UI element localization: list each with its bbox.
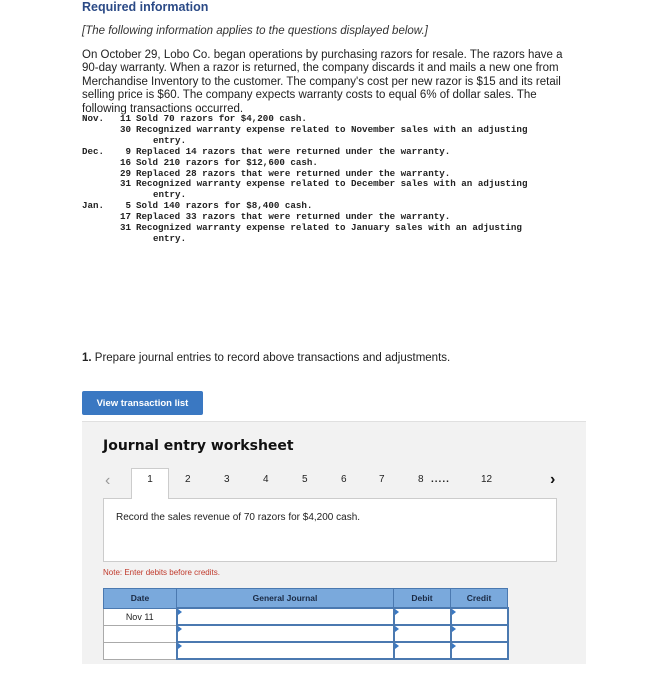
chevron-right-icon[interactable]: › bbox=[550, 471, 555, 489]
entry-description-box: Record the sales revenue of 70 razors fo… bbox=[103, 498, 557, 562]
transaction-list: Nov. 11 Sold 70 razors for $4,200 cash. 30 R… bbox=[82, 113, 571, 245]
transaction-row: 30 Recognized warranty expense related to… bbox=[82, 123, 571, 147]
credit-input[interactable] bbox=[449, 607, 509, 626]
tab-ellipsis: ..... bbox=[431, 474, 450, 485]
date-cell bbox=[103, 641, 177, 660]
question-1: 1. Prepare journal entries to record abo… bbox=[82, 352, 450, 364]
transaction-month bbox=[82, 169, 116, 180]
tab-3[interactable]: 3 bbox=[224, 474, 230, 485]
question-text: Prepare journal entries to record above … bbox=[91, 352, 451, 364]
header-general-journal: General Journal bbox=[176, 588, 394, 609]
transaction-month bbox=[82, 223, 116, 245]
transaction-day: 30 bbox=[119, 123, 131, 135]
tab-6[interactable]: 6 bbox=[341, 474, 347, 485]
required-information-title: Required information bbox=[82, 0, 209, 14]
transaction-description: Replaced 28 razors that were returned un… bbox=[136, 167, 451, 179]
transaction-description: Sold 210 razors for $12,600 cash. bbox=[136, 156, 318, 168]
header-credit: Credit bbox=[450, 588, 508, 609]
transaction-description: Recognized warranty expense related to J… bbox=[136, 222, 522, 234]
transaction-text: Recognized warranty expense related to N… bbox=[136, 123, 571, 147]
transaction-description: Recognized warranty expense related to D… bbox=[136, 178, 528, 190]
date-cell bbox=[103, 624, 177, 643]
table-row bbox=[103, 624, 509, 643]
transaction-month bbox=[82, 125, 116, 147]
transaction-month bbox=[82, 158, 116, 169]
account-input[interactable] bbox=[175, 624, 395, 643]
chevron-left-icon[interactable]: ‹ bbox=[105, 472, 110, 490]
account-input[interactable] bbox=[175, 607, 395, 626]
transaction-day: 9 bbox=[125, 145, 131, 157]
transaction-description: Sold 140 razors for $8,400 cash. bbox=[136, 200, 313, 212]
tab-4[interactable]: 4 bbox=[263, 474, 269, 485]
tab-1[interactable]: 1 bbox=[131, 468, 169, 499]
debit-input[interactable] bbox=[392, 624, 452, 643]
transaction-description: Recognized warranty expense related to N… bbox=[136, 123, 528, 135]
table-row: Nov 11 bbox=[103, 607, 509, 626]
problem-intro: On October 29, Lobo Co. began operations… bbox=[82, 49, 563, 115]
tab-8[interactable]: 8 bbox=[418, 474, 424, 485]
header-date: Date bbox=[103, 588, 177, 609]
transaction-month bbox=[82, 179, 116, 201]
table-header-row: Date General Journal Debit Credit bbox=[103, 588, 508, 609]
tab-12[interactable]: 12 bbox=[481, 474, 492, 485]
tab-2[interactable]: 2 bbox=[185, 474, 191, 485]
tab-5[interactable]: 5 bbox=[302, 474, 308, 485]
view-transaction-list-button[interactable]: View transaction list bbox=[82, 391, 203, 415]
general-journal-table: Date General Journal Debit Credit Nov 11 bbox=[103, 588, 509, 660]
worksheet-title: Journal entry worksheet bbox=[103, 438, 294, 454]
credit-input[interactable] bbox=[449, 624, 509, 643]
debit-input[interactable] bbox=[392, 607, 452, 626]
transaction-text: Recognized warranty expense related to J… bbox=[136, 222, 571, 245]
transaction-day: 16 bbox=[119, 156, 131, 168]
worksheet-tabs: ‹ 1 2 3 4 5 6 7 8 ..... 12 › bbox=[82, 468, 586, 499]
transaction-month: Jan. bbox=[82, 200, 105, 212]
header-debit: Debit bbox=[393, 588, 451, 609]
entry-description: Record the sales revenue of 70 razors fo… bbox=[116, 512, 361, 523]
debit-input[interactable] bbox=[392, 641, 452, 660]
transaction-continuation: entry. bbox=[153, 232, 187, 244]
credit-input[interactable] bbox=[449, 641, 509, 660]
transaction-text: Recognized warranty expense related to D… bbox=[136, 178, 571, 201]
transaction-day: 31 bbox=[119, 222, 131, 234]
transaction-row: 31 Recognized warranty expense related to… bbox=[82, 178, 571, 201]
transaction-month bbox=[82, 212, 116, 223]
note-text: Note: Enter debits before credits. bbox=[103, 568, 220, 577]
transaction-description: Sold 70 razors for $4,200 cash. bbox=[136, 113, 307, 124]
transaction-description: Replaced 33 razors that were returned un… bbox=[136, 211, 451, 223]
journal-entry-worksheet: Journal entry worksheet ‹ 1 2 3 4 5 6 7 … bbox=[82, 421, 586, 664]
transaction-row: 31 Recognized warranty expense related to… bbox=[82, 222, 571, 245]
tab-7[interactable]: 7 bbox=[379, 474, 385, 485]
transaction-description: Replaced 14 razors that were returned un… bbox=[136, 145, 451, 157]
transaction-month: Dec. bbox=[82, 145, 105, 157]
transaction-month: Nov. bbox=[82, 113, 105, 124]
date-cell: Nov 11 bbox=[103, 607, 177, 626]
table-row bbox=[103, 641, 509, 660]
account-input[interactable] bbox=[175, 641, 395, 660]
question-number: 1. bbox=[82, 352, 92, 364]
transaction-day: 31 bbox=[119, 178, 131, 190]
info-subtitle: [The following information applies to th… bbox=[82, 25, 428, 37]
